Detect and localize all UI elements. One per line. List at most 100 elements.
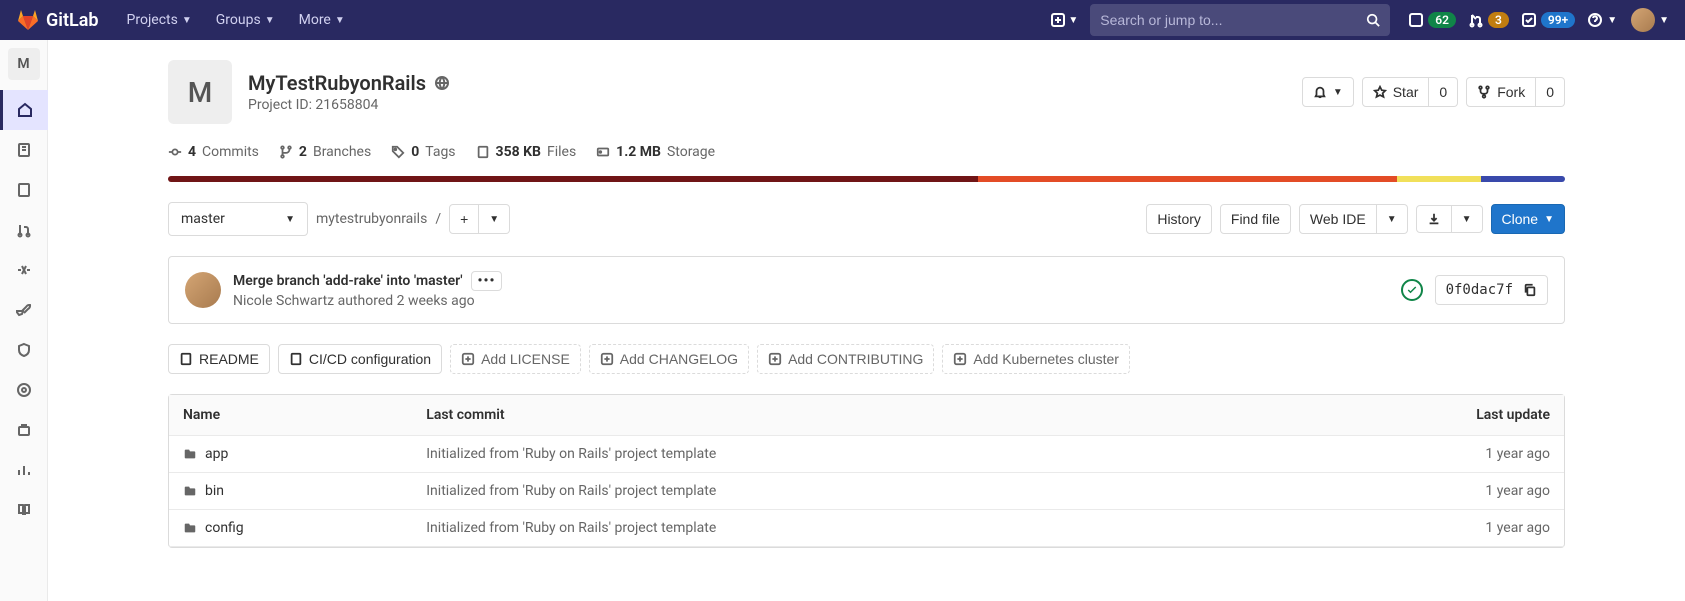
plus-icon: + bbox=[460, 211, 468, 227]
download-dropdown[interactable]: ▼ bbox=[1452, 205, 1483, 233]
commit-icon bbox=[168, 145, 182, 159]
storage-stat[interactable]: 1.2 MBStorage bbox=[596, 144, 715, 160]
file-last-update: 1 year ago bbox=[1285, 473, 1564, 510]
clone-button[interactable]: Clone ▼ bbox=[1491, 204, 1566, 234]
plus-square-icon bbox=[600, 352, 614, 366]
star-button[interactable]: Star bbox=[1362, 77, 1430, 107]
sidebar-packages[interactable] bbox=[0, 410, 48, 450]
check-icon bbox=[1406, 284, 1418, 296]
todos-badge: 99+ bbox=[1541, 12, 1575, 28]
sidebar-merge-requests[interactable] bbox=[0, 210, 48, 250]
commit-author-name[interactable]: Nicole Schwartz bbox=[233, 293, 334, 309]
sidebar-project-overview[interactable] bbox=[0, 90, 48, 130]
file-last-commit[interactable]: Initialized from 'Ruby on Rails' project… bbox=[412, 510, 1284, 547]
plus-square-icon bbox=[461, 352, 475, 366]
project-stats: 4Commits 2Branches 0Tags 358 KBFiles 1.2… bbox=[168, 144, 1565, 160]
sidebar-cicd-rocket[interactable] bbox=[0, 290, 48, 330]
breadcrumb-root[interactable]: mytestrubyonrails bbox=[316, 211, 427, 227]
pipeline-status-passed[interactable] bbox=[1401, 279, 1423, 301]
readme-link[interactable]: README bbox=[168, 344, 270, 374]
table-row[interactable]: bin Initialized from 'Ruby on Rails' proj… bbox=[169, 473, 1564, 510]
quick-actions: README CI/CD configuration Add LICENSE A… bbox=[168, 344, 1565, 374]
sidebar-analytics[interactable] bbox=[0, 450, 48, 490]
add-kubernetes-button[interactable]: Add Kubernetes cluster bbox=[942, 344, 1130, 374]
repo-controls: master▼ mytestrubyonrails / + ▼ History … bbox=[168, 202, 1565, 236]
find-file-button[interactable]: Find file bbox=[1220, 204, 1291, 234]
folder-icon bbox=[183, 447, 197, 461]
sidebar-security[interactable] bbox=[0, 330, 48, 370]
search-icon bbox=[1366, 13, 1380, 27]
commit-description-toggle[interactable]: ••• bbox=[471, 271, 503, 291]
merge-requests-link[interactable]: 3 bbox=[1468, 12, 1509, 28]
branches-stat[interactable]: 2Branches bbox=[279, 144, 371, 160]
file-last-update: 1 year ago bbox=[1285, 510, 1564, 547]
web-ide-dropdown[interactable]: ▼ bbox=[1377, 204, 1408, 234]
star-count[interactable]: 0 bbox=[1429, 77, 1458, 107]
sidebar-repository[interactable] bbox=[0, 130, 48, 170]
tags-stat[interactable]: 0Tags bbox=[391, 144, 455, 160]
copy-icon[interactable] bbox=[1523, 283, 1537, 297]
file-name: bin bbox=[205, 483, 224, 499]
history-button[interactable]: History bbox=[1146, 204, 1212, 234]
lang-segment bbox=[978, 176, 1397, 182]
mr-badge: 3 bbox=[1488, 12, 1509, 28]
table-row[interactable]: app Initialized from 'Ruby on Rails' proj… bbox=[169, 436, 1564, 473]
files-stat[interactable]: 358 KBFiles bbox=[476, 144, 577, 160]
web-ide-button[interactable]: Web IDE bbox=[1299, 204, 1377, 234]
commits-stat[interactable]: 4Commits bbox=[168, 144, 259, 160]
plus-square-icon bbox=[953, 352, 967, 366]
branch-selector[interactable]: master▼ bbox=[168, 202, 308, 236]
help-link[interactable]: ▼ bbox=[1587, 12, 1617, 28]
last-commit: Merge branch 'add-rake' into 'master' ••… bbox=[168, 256, 1565, 324]
add-changelog-button[interactable]: Add CHANGELOG bbox=[589, 344, 749, 374]
question-icon bbox=[1587, 12, 1603, 28]
fork-count[interactable]: 0 bbox=[1536, 77, 1565, 107]
file-last-update: 1 year ago bbox=[1285, 436, 1564, 473]
download-icon bbox=[1427, 212, 1441, 226]
global-search[interactable] bbox=[1090, 4, 1390, 36]
language-bar[interactable] bbox=[168, 176, 1565, 182]
project-avatar-mini[interactable]: M bbox=[8, 48, 40, 80]
gitlab-logo[interactable]: GitLab bbox=[16, 8, 99, 32]
add-license-button[interactable]: Add LICENSE bbox=[450, 344, 581, 374]
star-icon bbox=[1373, 85, 1387, 99]
file-last-commit[interactable]: Initialized from 'Ruby on Rails' project… bbox=[412, 436, 1284, 473]
add-to-tree-button[interactable]: + bbox=[449, 204, 479, 234]
folder-icon bbox=[183, 484, 197, 498]
main-content: M MyTestRubyonRails Project ID: 21658804… bbox=[48, 40, 1685, 601]
chevron-down-icon: ▼ bbox=[1068, 15, 1078, 26]
notifications-dropdown[interactable]: ▼ bbox=[1302, 77, 1354, 107]
nav-groups[interactable]: Groups▼ bbox=[204, 12, 287, 28]
file-last-commit[interactable]: Initialized from 'Ruby on Rails' project… bbox=[412, 473, 1284, 510]
new-dropdown[interactable]: ▼ bbox=[1050, 12, 1078, 28]
nav-more[interactable]: More▼ bbox=[287, 12, 357, 28]
sidebar-issues[interactable] bbox=[0, 170, 48, 210]
sidebar-ci-cd[interactable] bbox=[0, 250, 48, 290]
add-to-tree-dropdown[interactable]: ▼ bbox=[479, 204, 510, 234]
project-sidebar: M bbox=[0, 40, 48, 601]
commit-author-avatar[interactable] bbox=[185, 272, 221, 308]
plus-square-icon bbox=[768, 352, 782, 366]
nav-projects[interactable]: Projects▼ bbox=[115, 12, 204, 28]
fork-button[interactable]: Fork bbox=[1466, 77, 1536, 107]
search-input[interactable] bbox=[1100, 12, 1366, 28]
topbar: GitLab Projects▼ Groups▼ More▼ ▼ 62 3 99… bbox=[0, 0, 1685, 40]
commit-sha[interactable]: 0f0dac7f bbox=[1446, 282, 1513, 298]
sidebar-wiki[interactable] bbox=[0, 490, 48, 530]
add-contributing-button[interactable]: Add CONTRIBUTING bbox=[757, 344, 934, 374]
tag-icon bbox=[391, 145, 405, 159]
cicd-config-link[interactable]: CI/CD configuration bbox=[278, 344, 442, 374]
chevron-down-icon: ▼ bbox=[1659, 15, 1669, 26]
commit-message[interactable]: Merge branch 'add-rake' into 'master' bbox=[233, 273, 463, 289]
user-avatar[interactable] bbox=[1631, 8, 1655, 32]
sidebar-operations[interactable] bbox=[0, 370, 48, 410]
chevron-down-icon: ▼ bbox=[1607, 15, 1617, 26]
file-name: app bbox=[205, 446, 228, 462]
file-name: config bbox=[205, 520, 244, 536]
todos-link[interactable]: 99+ bbox=[1521, 12, 1575, 28]
disk-icon bbox=[596, 145, 610, 159]
download-button[interactable] bbox=[1416, 205, 1452, 233]
table-row[interactable]: config Initialized from 'Ruby on Rails' p… bbox=[169, 510, 1564, 547]
issues-link[interactable]: 62 bbox=[1408, 12, 1456, 28]
bell-icon bbox=[1313, 85, 1327, 99]
